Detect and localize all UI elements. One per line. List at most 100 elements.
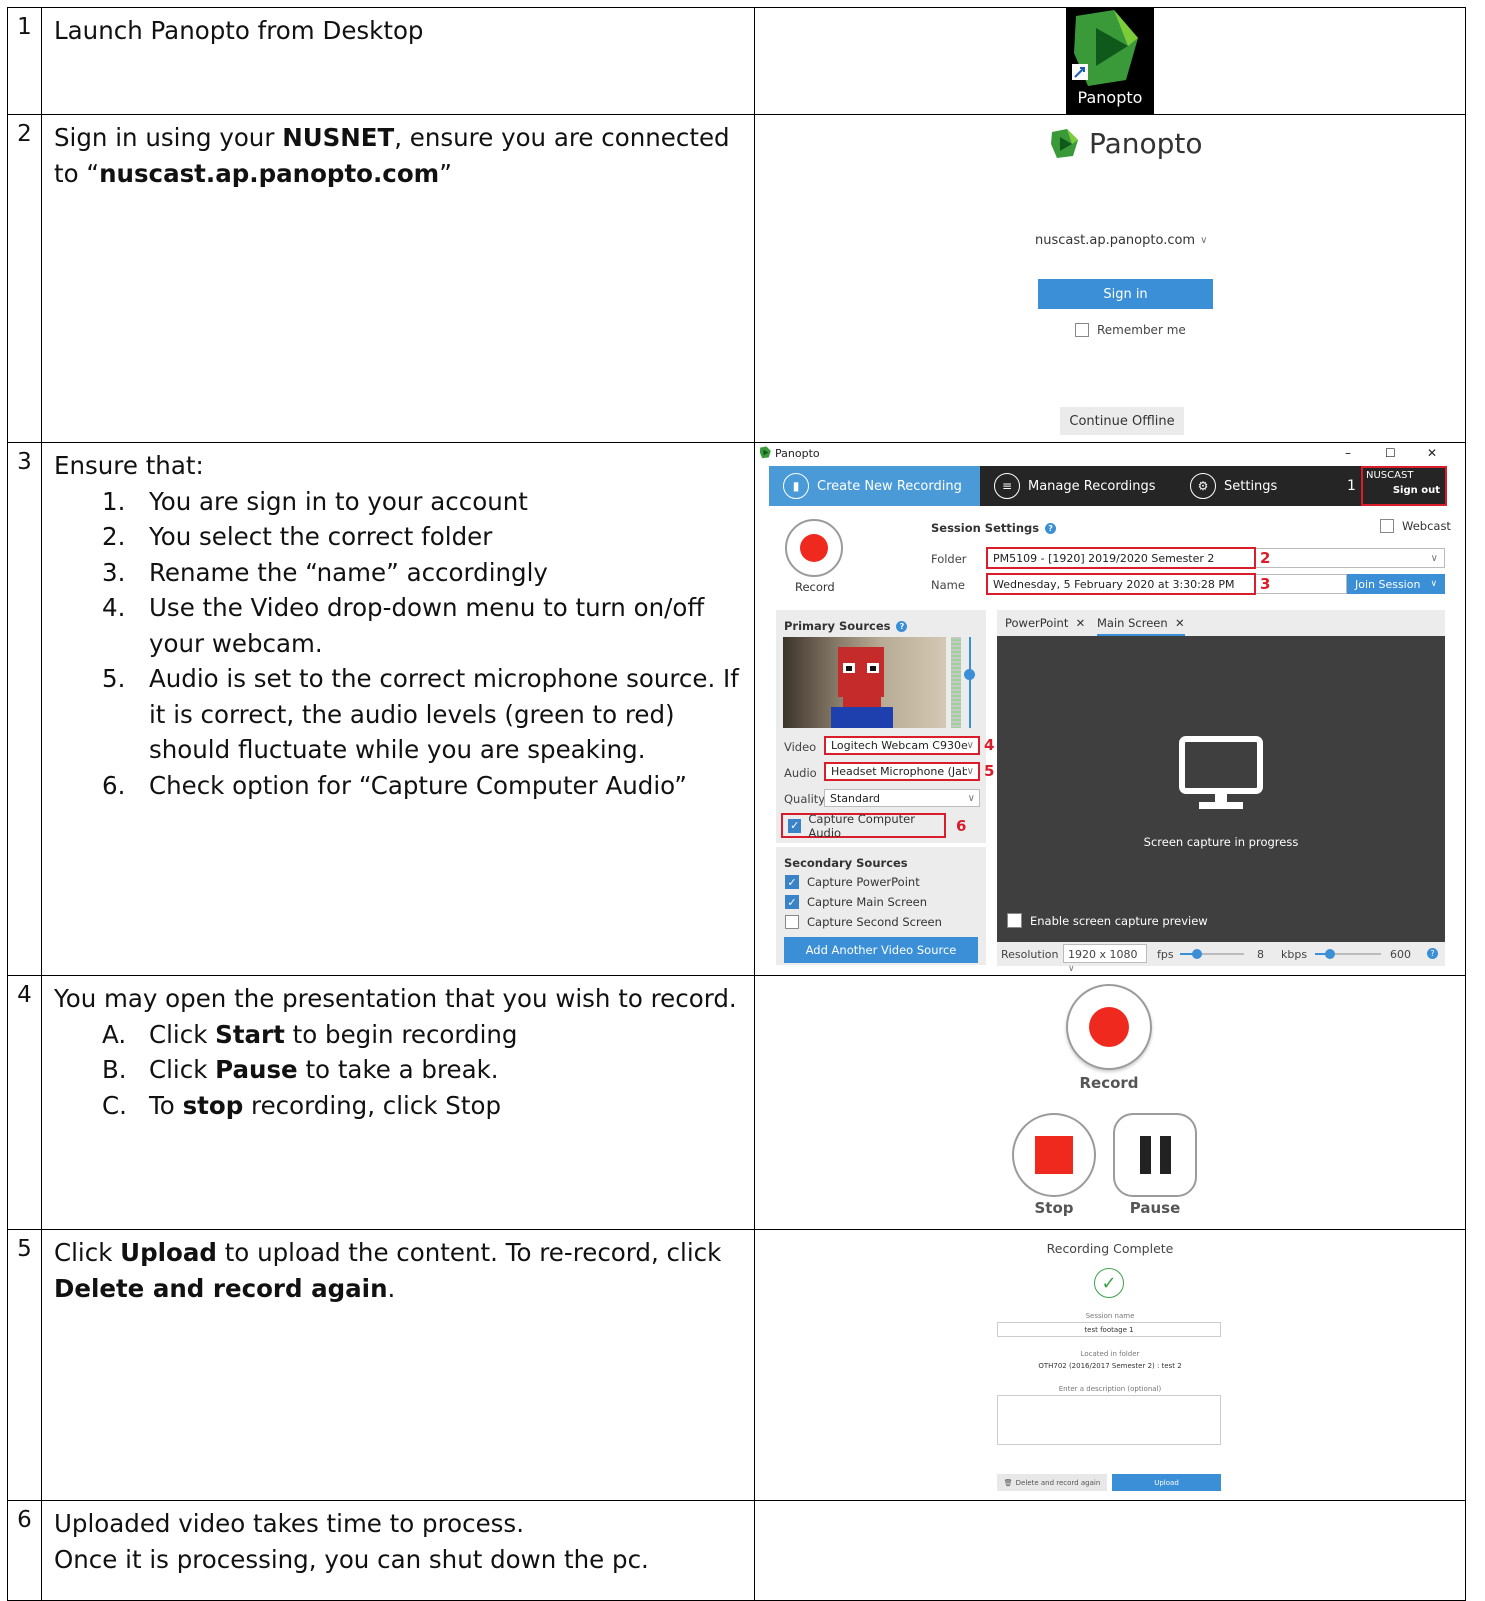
fps-slider-handle[interactable] [1192, 949, 1202, 959]
remember-me-row[interactable]: Remember me [1075, 323, 1186, 337]
capture-settings-bar: Resolution 1920 x 1080 ∨ fps 8 kbps 600 … [997, 942, 1445, 974]
step-text: Click Upload to upload the content. To r… [41, 1229, 755, 1501]
fps-slider[interactable] [1180, 949, 1244, 959]
panopto-icon-label: Panopto [1077, 88, 1143, 107]
audio-select[interactable]: Headset Microphone (Jabr ∨ [824, 762, 980, 781]
step-row-6: 6 Uploaded video takes time to process. … [7, 1500, 1466, 1601]
sign-in-button[interactable]: Sign in [1038, 279, 1213, 309]
step-image: Panopto [754, 7, 1466, 115]
continue-offline-button[interactable]: Continue Offline [1060, 407, 1184, 435]
remember-me-label: Remember me [1097, 323, 1186, 337]
step-text: Uploaded video takes time to process. On… [41, 1500, 755, 1601]
text-part: ” [439, 158, 452, 188]
checkbox[interactable] [785, 915, 799, 929]
tab-manage-recordings[interactable]: ≡ Manage Recordings [980, 466, 1176, 506]
delete-bold: Delete and record again [54, 1273, 388, 1303]
chevron-down-icon: ∨ [966, 766, 974, 777]
quality-select[interactable]: Standard ∨ [824, 789, 980, 807]
capture-second-screen[interactable]: Capture Second Screen [785, 915, 942, 929]
close-button[interactable]: ✕ [1427, 446, 1437, 460]
callout-number: 6 [956, 817, 967, 835]
pause-button[interactable] [1113, 1113, 1197, 1197]
tab-powerpoint[interactable]: PowerPoint ✕ [1005, 616, 1085, 630]
checkmark-circle-icon: ✓ [1094, 1268, 1124, 1298]
step-text: Ensure that: 1. You are sign in to your a… [41, 442, 755, 976]
help-icon[interactable]: ? [1427, 948, 1438, 959]
record-label: Record [795, 580, 835, 594]
name-label: Name [931, 578, 965, 592]
kbps-slider[interactable] [1315, 949, 1381, 959]
checkmark-icon[interactable]: ✓ [785, 875, 799, 889]
upload-button[interactable]: Upload [1112, 1474, 1221, 1491]
checkmark-icon[interactable]: ✓ [785, 895, 799, 909]
step-row-2: 2 Sign in using your NUSNET, ensure you … [7, 114, 1466, 443]
record-dot-icon [800, 534, 828, 562]
nusnet-bold: NUSNET [282, 123, 395, 152]
delete-and-record-again-button[interactable]: 🗑 Delete and record again [997, 1474, 1107, 1491]
add-video-source-button[interactable]: Add Another Video Source [784, 937, 978, 963]
server-bold: nuscast.ap.panopto.com [99, 158, 440, 188]
help-icon[interactable]: ? [896, 620, 908, 632]
trash-icon: 🗑 [1003, 1478, 1013, 1487]
document-page: 1 Launch Panopto from Desktop Panopto 2 … [0, 0, 1485, 1601]
tab-settings[interactable]: ⚙ Settings [1176, 466, 1326, 506]
stop-label: Stop [1034, 1199, 1074, 1217]
audio-gain-handle[interactable] [964, 669, 975, 680]
checkmark-icon[interactable]: ✓ [788, 818, 802, 833]
list-item: 5. Audio is set to the correct microphone… [102, 664, 739, 764]
video-label: Video [784, 740, 817, 754]
help-icon[interactable]: ? [1045, 522, 1057, 534]
remember-me-checkbox[interactable] [1075, 323, 1089, 337]
capture-powerpoint[interactable]: ✓ Capture PowerPoint [785, 875, 920, 889]
secondary-sources-heading: Secondary Sources [784, 856, 908, 870]
step-number: 1 [7, 7, 42, 115]
panopto-desktop-icon[interactable]: Panopto [1066, 8, 1154, 114]
list-item: A. Click Start to begin recording [102, 1019, 518, 1049]
capture-computer-audio[interactable]: ✓ Capture Computer Audio [781, 812, 946, 840]
step-number: 4 [7, 975, 42, 1230]
kbps-slider-handle[interactable] [1325, 949, 1335, 959]
capture-main-screen[interactable]: ✓ Capture Main Screen [785, 895, 927, 909]
step-text: You may open the presentation that you w… [41, 975, 755, 1230]
record-button[interactable] [1066, 984, 1152, 1070]
recording-complete-image: Recording Complete ✓ Session name test f… [754, 1229, 1466, 1501]
record-button[interactable] [785, 519, 843, 577]
server-select[interactable]: nuscast.ap.panopto.com ∨ [1035, 233, 1207, 248]
pause-bar-icon [1139, 1136, 1151, 1174]
webcast-toggle[interactable]: Webcast [1380, 519, 1451, 533]
list-item: C. To stop recording, click Stop [102, 1090, 502, 1120]
step-intro: Ensure that: [54, 451, 204, 480]
pause-bar-icon [1159, 1136, 1171, 1174]
minimize-button[interactable]: – [1345, 446, 1351, 460]
chevron-down-icon: ∨ [1430, 552, 1438, 564]
description-input[interactable] [997, 1395, 1221, 1445]
audio-gain-slider[interactable] [969, 637, 971, 728]
tab-main-screen[interactable]: Main Screen ✕ [1097, 616, 1185, 636]
folder-value: OTH702 (2016/2017 Semester 2) : test 2 [1038, 1362, 1182, 1370]
fps-label: fps [1157, 948, 1174, 961]
webcast-checkbox[interactable] [1380, 519, 1394, 533]
enable-preview-toggle[interactable]: Enable screen capture preview [1007, 913, 1208, 928]
callout-number: 3 [1260, 575, 1271, 593]
preview-tab-bar: PowerPoint ✕ Main Screen ✕ [997, 610, 1445, 636]
list-icon: ≡ [994, 473, 1020, 499]
folder-label: Located in folder [1080, 1350, 1140, 1358]
panopto-logo-icon [759, 446, 771, 459]
empty-image-cell [754, 1500, 1466, 1601]
session-name-field[interactable]: test footage 1 [997, 1322, 1221, 1337]
step-number: 2 [7, 114, 42, 443]
checkbox[interactable] [1007, 913, 1022, 928]
join-session-button[interactable]: Join Session ∨ [1347, 574, 1445, 594]
panopto-logo: Panopto [1049, 127, 1203, 160]
text-line: Once it is processing, you can shut down… [54, 1544, 649, 1574]
video-select[interactable]: Logitech Webcam C930e ∨ [824, 736, 980, 755]
title-bar: Panopto – ☐ ✕ [756, 444, 1465, 464]
gear-icon: ⚙ [1190, 473, 1216, 499]
maximize-button[interactable]: ☐ [1385, 446, 1396, 460]
callout-box-name [986, 573, 1256, 595]
resolution-select[interactable]: 1920 x 1080 ∨ [1063, 944, 1147, 974]
stop-button[interactable] [1012, 1113, 1096, 1197]
step-text: Launch Panopto from Desktop [41, 7, 755, 115]
screen-capture-status: Screen capture in progress [1143, 835, 1299, 849]
tab-create-recording[interactable]: ▮ Create New Recording [769, 466, 980, 506]
